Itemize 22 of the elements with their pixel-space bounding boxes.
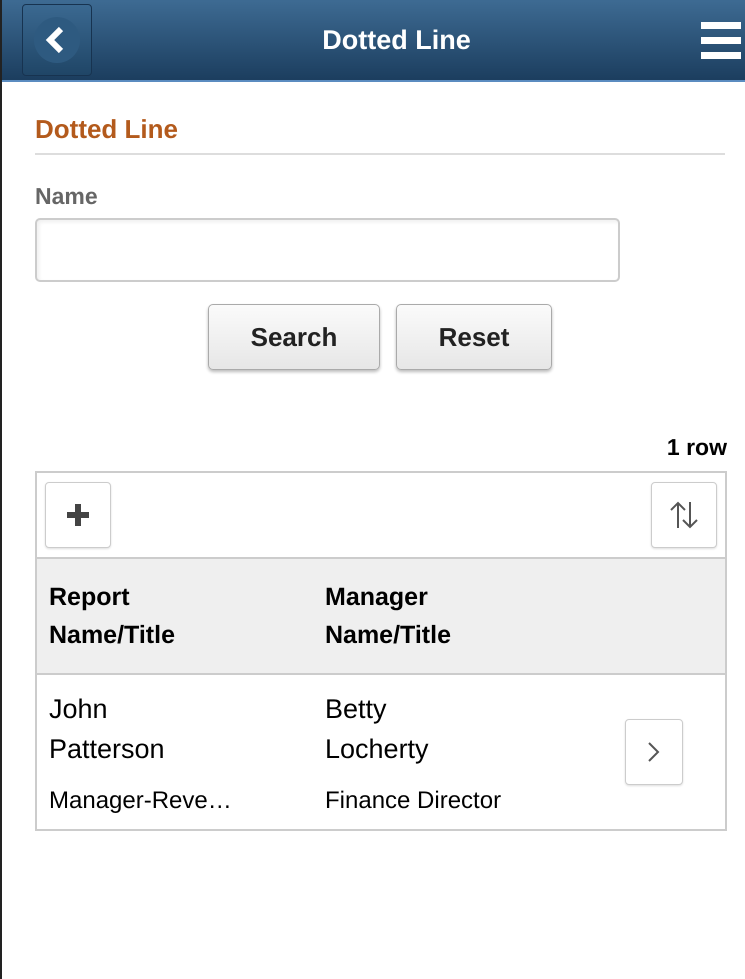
back-button[interactable] xyxy=(22,4,92,76)
column-header: Report Name/Title xyxy=(49,582,176,651)
plus-icon xyxy=(65,502,91,528)
menu-icon xyxy=(701,20,741,60)
header-title: Dotted Line xyxy=(322,24,471,56)
column-header: Manager Name/Title xyxy=(325,582,452,651)
chevron-icon xyxy=(647,741,661,763)
manager-name: Betty Locherty xyxy=(325,694,429,764)
name-field[interactable] xyxy=(35,218,620,282)
row-count: 1 row xyxy=(666,434,727,461)
search-button[interactable]: Search xyxy=(208,304,380,370)
sort-icon xyxy=(668,500,700,530)
reset-button[interactable]: Reset xyxy=(396,304,552,370)
section-title: Dotted Line xyxy=(35,114,178,144)
menu-button[interactable] xyxy=(701,20,741,60)
report-title: Manager-Reve… xyxy=(49,787,232,814)
report-name: John Patterson xyxy=(49,694,165,764)
manager-title: Finance Director xyxy=(325,787,502,814)
sort-button[interactable] xyxy=(651,482,717,548)
add-button[interactable] xyxy=(45,482,111,548)
field-label: Name xyxy=(35,183,98,209)
back-icon xyxy=(34,17,80,63)
